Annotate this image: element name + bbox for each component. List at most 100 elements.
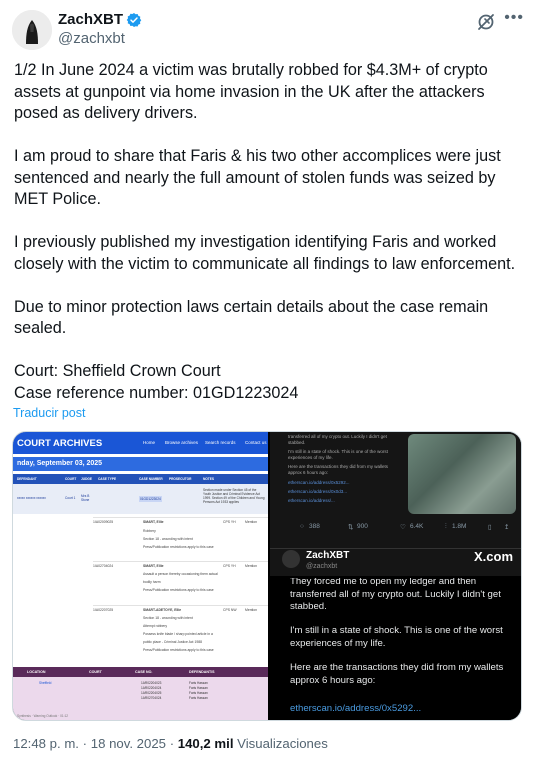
entry-name: SMART, Ellie <box>143 564 164 568</box>
entry-line: Press/Publication restrictions apply to … <box>143 588 214 592</box>
like-icon: ♡ <box>400 524 406 531</box>
court-th: DEFENDANT <box>17 477 37 481</box>
footer-location: Sheffield <box>39 681 52 685</box>
court-date-bar: nday, September 03, 2025 <box>13 457 268 471</box>
post-paragraph: I am proud to share that Faris & his two… <box>14 147 501 208</box>
court-footer-table: LOCATION COURT CASE NO. DEFENDANT/S Shef… <box>13 667 268 720</box>
court-cell-court: Court 1 <box>65 496 76 500</box>
card-author-handle: @zachxbt <box>306 563 338 570</box>
views-count: 140,2 mil <box>177 736 234 751</box>
footer-th: COURT <box>89 670 102 674</box>
card-author-name: ZachXBT <box>306 550 350 561</box>
screenshot-link: etherscan.io/address/0x0d3... <box>288 489 348 494</box>
post-paragraph: 1/2 In June 2024 a victim was brutally r… <box>14 61 488 122</box>
screenshot-link: etherscan.io/address/0x5292... <box>288 480 350 485</box>
screenshot-paragraph: Here are the transactions they did from … <box>290 662 504 686</box>
entry-note: Mention <box>245 564 258 568</box>
x-logo-icon: X.com <box>473 549 513 564</box>
meta-separator: · <box>82 736 88 751</box>
footer-th: CASE NO. <box>135 670 153 674</box>
entry-prosecutor: CPS YH <box>223 520 236 524</box>
entry-case: 1IA02009025 <box>93 520 114 524</box>
screenshot-paragraph: They forced me to open my ledger and the… <box>290 578 501 612</box>
court-th: JUDGE <box>81 477 92 481</box>
media-court-archives[interactable]: COURT ARCHIVES Home Browse archives Sear… <box>13 432 268 720</box>
verified-badge-icon <box>126 12 142 27</box>
entry-line: public place - Criminal Justice Act 1988 <box>143 640 202 644</box>
entry-prosecutor: CPS YH <box>223 564 236 568</box>
author-handle[interactable]: @zachxbt <box>58 30 125 47</box>
post-time[interactable]: 12:48 p. m. <box>13 736 79 751</box>
media-grid: COURT ARCHIVES Home Browse archives Sear… <box>12 431 522 721</box>
reply-icon: ○ <box>300 523 304 530</box>
entry-line: Press/Publication restrictions apply to … <box>143 648 214 652</box>
entry-line: bodily harm <box>143 580 161 584</box>
court-nav-item: Search records <box>205 440 236 445</box>
post-date[interactable]: 18 nov. 2025 <box>91 736 166 751</box>
footer-defendant: Faris Hassan <box>189 681 208 685</box>
blurred-photo <box>408 434 516 514</box>
media-tweet-screenshot[interactable]: transferred all of my crypto out. Luckil… <box>270 432 521 576</box>
entry-line: Assault a person thereby occasioning the… <box>143 572 218 576</box>
footer-case: 1AR02204023 <box>141 681 162 685</box>
court-cell-defendant: xxxxx xxxxxx xxxxxx <box>17 496 46 500</box>
footer-note: Synthesis · Warning Outlook · 01:12 <box>17 714 69 718</box>
views-label: Visualizaciones <box>237 736 328 751</box>
court-cell-case-number: 01GD1223024 <box>139 496 162 502</box>
screenshot-line: transferred all of my crypto out. Luckil… <box>288 434 387 439</box>
footer-defendant: Faris Hassan <box>189 691 208 695</box>
entry-case: 1IA02704024 <box>93 564 114 568</box>
share-icon: ↥ <box>504 524 510 531</box>
court-nav-item: Home <box>143 440 156 445</box>
court-th: PROSECUTOR <box>169 477 192 481</box>
entry-line: Section 18 - wounding with intent <box>143 616 193 620</box>
court-th: NOTES <box>203 477 214 481</box>
screenshot-line: stabbed. <box>288 440 306 445</box>
entry-line: Section 18 - wounding with intent <box>143 537 193 541</box>
reply-count: 388 <box>309 523 320 530</box>
screenshot-link: etherscan.io/address/... <box>288 498 335 503</box>
repost-icon: ⇅ <box>348 524 354 531</box>
screenshot-line: experiences of my life. <box>288 455 333 460</box>
court-nav-item: Contact us <box>245 440 267 445</box>
screenshot-line: Here are the transactions they did from … <box>288 464 389 469</box>
screenshot-line: approx 6 hours ago: <box>288 470 329 475</box>
media-text-screenshot[interactable]: They forced me to open my ledger and the… <box>270 578 521 720</box>
footer-case: 1AR02204024 <box>141 686 162 690</box>
entry-line: Robbery <box>143 529 156 533</box>
like-count: 6.4K <box>410 523 424 530</box>
post-meta: 12:48 p. m. · 18 nov. 2025 · 140,2 mil V… <box>13 736 328 751</box>
more-options-icon[interactable]: ••• <box>504 9 524 27</box>
footer-case: 1AR02704024 <box>141 696 162 700</box>
avatar-figure-icon <box>12 10 52 50</box>
post-paragraph: Due to minor protection laws certain det… <box>14 297 489 338</box>
court-archives-title: COURT ARCHIVES <box>17 438 103 449</box>
bookmark-icon: ▯ <box>488 524 492 531</box>
entry-note: Mention <box>245 520 258 524</box>
court-th: COURT <box>65 477 77 481</box>
court-th: CASE NUMBER <box>139 477 163 481</box>
post-paragraph: I previously published my investigation … <box>14 233 516 273</box>
court-th: CASE TYPE <box>98 477 117 481</box>
entry-line: Possess knife blade / sharp pointed arti… <box>143 632 213 636</box>
court-entries: 1IA02009025 SMART, Ellie CPS YH Mention … <box>13 517 268 667</box>
card-avatar <box>282 550 300 568</box>
court-archives-header: COURT ARCHIVES Home Browse archives Sear… <box>13 432 268 454</box>
entry-case: 1IA02207025 <box>93 608 114 612</box>
court-nav-item: Browse archives <box>165 440 199 445</box>
views-count: 1.8M <box>452 523 467 530</box>
entry-line: Attempt robbery <box>143 624 168 628</box>
author-name[interactable]: ZachXBT <box>58 11 123 28</box>
court-cell-notes: Section made under Section 45 of the You… <box>203 488 265 504</box>
avatar[interactable] <box>12 10 52 50</box>
meta-separator: · <box>169 736 175 751</box>
post-body: 1/2 In June 2024 a victim was brutally r… <box>14 60 524 426</box>
post-header: ZachXBT @zachxbt ••• <box>12 8 526 50</box>
screenshot-etherscan-link: etherscan.io/address/0x5292... <box>290 703 422 714</box>
entry-name: SMART, Ellie <box>143 520 164 524</box>
grok-icon[interactable] <box>476 12 496 32</box>
translate-post-link[interactable]: Traducir post <box>13 406 85 420</box>
repost-count: 900 <box>357 523 368 530</box>
footer-defendant: Faris Hassan <box>189 696 208 700</box>
court-table-header: DEFENDANT COURT JUDGE CASE TYPE CASE NUM… <box>13 474 268 484</box>
